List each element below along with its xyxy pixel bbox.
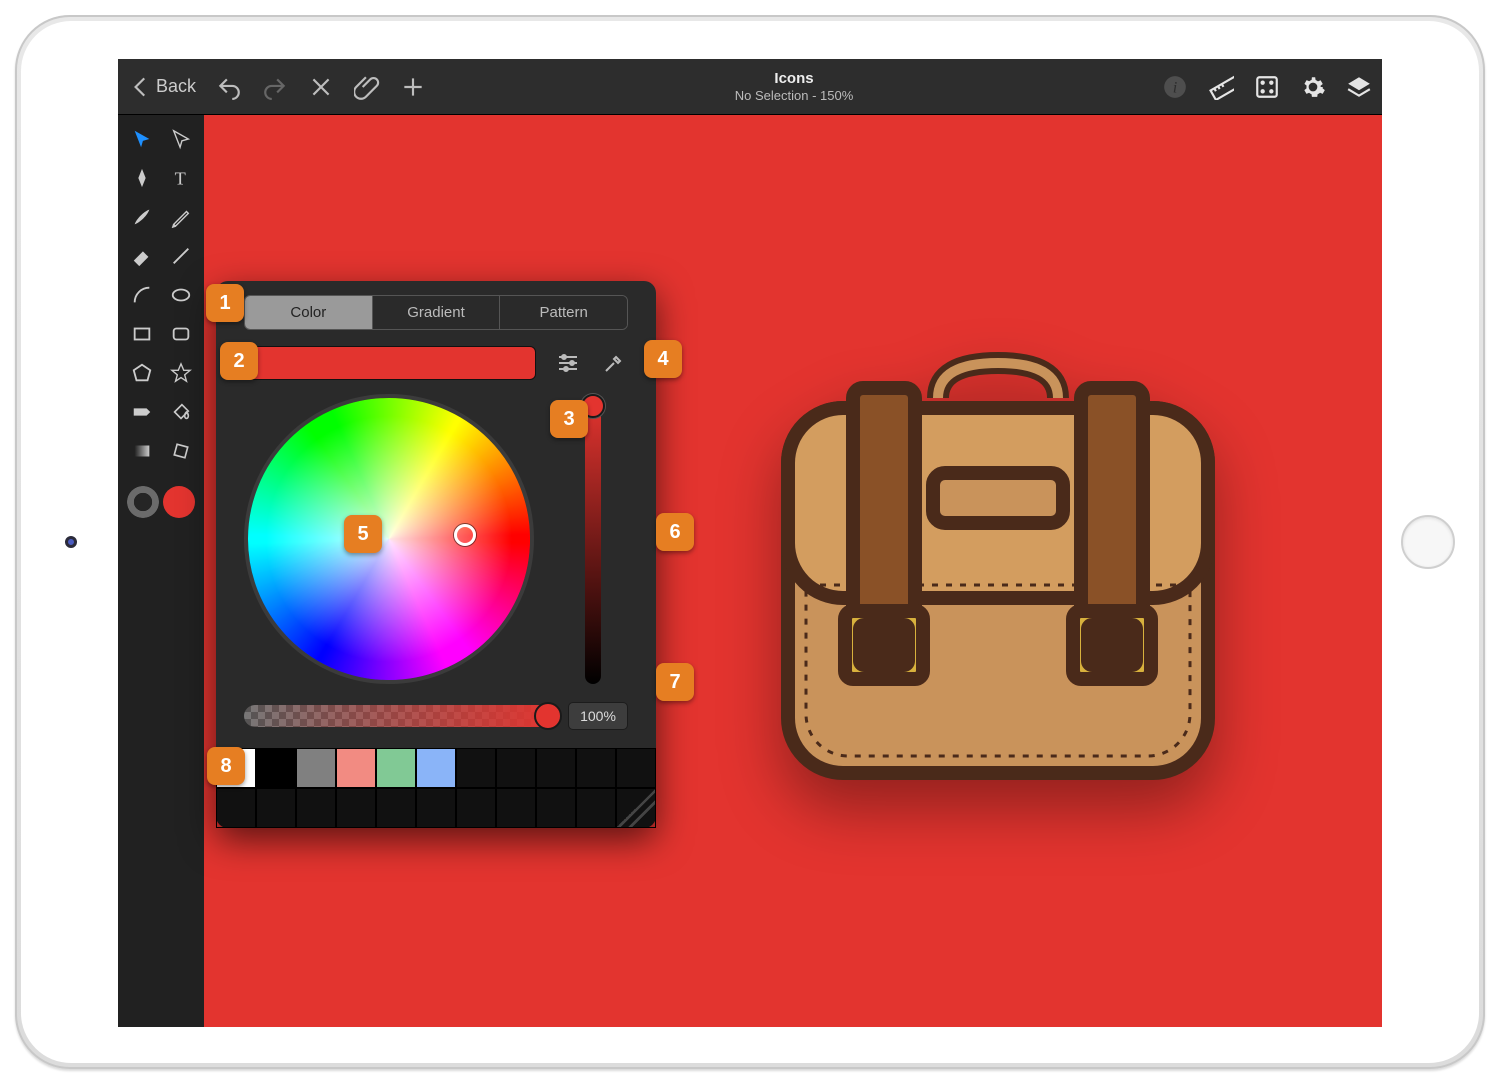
document-subtitle: No Selection - 150%	[426, 88, 1162, 103]
swatch[interactable]	[376, 748, 416, 788]
tool-brush[interactable]	[124, 199, 159, 234]
fill-type-segmented: Color Gradient Pattern	[244, 295, 628, 330]
tab-gradient[interactable]: Gradient	[372, 296, 500, 329]
callout-7: 7	[656, 663, 694, 701]
color-wheel-indicator[interactable]	[454, 524, 476, 546]
swatch[interactable]	[336, 748, 376, 788]
gear-icon[interactable]	[1300, 74, 1326, 100]
undo-icon[interactable]	[216, 74, 242, 100]
tool-polygon[interactable]	[124, 355, 159, 390]
callout-2: 2	[220, 342, 258, 380]
chevron-left-icon	[128, 74, 154, 100]
tool-pen[interactable]	[124, 160, 159, 195]
grid-icon[interactable]	[1254, 74, 1280, 100]
current-color-swatch[interactable]	[244, 346, 536, 380]
eyedropper-icon[interactable]	[600, 349, 628, 377]
callout-5: 5	[344, 515, 382, 553]
tool-direct-select[interactable]	[163, 121, 198, 156]
tool-rect[interactable]	[124, 316, 159, 351]
ruler-icon[interactable]	[1208, 74, 1234, 100]
tool-transform[interactable]	[163, 433, 198, 468]
color-wheel[interactable]	[244, 394, 534, 684]
ipad-home-button[interactable]	[1401, 515, 1455, 569]
callout-1: 1	[206, 284, 244, 322]
fill-swatch[interactable]	[163, 486, 195, 518]
back-label: Back	[156, 76, 196, 97]
close-icon[interactable]	[308, 74, 334, 100]
topbar: Back	[118, 59, 1382, 115]
resize-handle-icon[interactable]	[616, 788, 656, 828]
opacity-knob[interactable]	[534, 702, 562, 730]
svg-text:T: T	[174, 168, 185, 188]
svg-text:i: i	[1173, 78, 1178, 96]
canvas[interactable]: T	[118, 115, 1382, 1027]
tool-arc[interactable]	[124, 277, 159, 312]
sliders-icon[interactable]	[554, 349, 582, 377]
brightness-slider[interactable]	[585, 400, 601, 684]
tool-eraser[interactable]	[124, 238, 159, 273]
layers-icon[interactable]	[1346, 74, 1372, 100]
info-icon[interactable]: i	[1162, 74, 1188, 100]
attachment-icon[interactable]	[354, 74, 380, 100]
back-button[interactable]: Back	[128, 74, 196, 100]
callout-8: 8	[207, 747, 245, 785]
tool-line[interactable]	[163, 238, 198, 273]
opacity-slider[interactable]	[244, 705, 558, 727]
tool-ellipse[interactable]	[163, 277, 198, 312]
tab-pattern[interactable]: Pattern	[499, 296, 627, 329]
briefcase-artwork	[738, 313, 1258, 833]
tool-knife[interactable]	[124, 394, 159, 429]
swatch[interactable]	[256, 748, 296, 788]
add-icon[interactable]	[400, 74, 426, 100]
tool-text[interactable]: T	[163, 160, 198, 195]
document-title: Icons	[426, 70, 1162, 88]
opacity-value[interactable]: 100%	[568, 702, 628, 730]
tool-roundrect[interactable]	[163, 316, 198, 351]
swatch[interactable]	[296, 748, 336, 788]
swatch-palette	[216, 748, 656, 828]
color-panel: Color Gradient Pattern	[216, 281, 656, 828]
tool-bucket[interactable]	[163, 394, 198, 429]
callout-3: 3	[550, 400, 588, 438]
ipad-frame: Back	[15, 15, 1485, 1069]
tool-select[interactable]	[124, 121, 159, 156]
tool-sidebar: T	[118, 115, 204, 1027]
callout-6: 6	[656, 513, 694, 551]
swatch[interactable]	[416, 748, 456, 788]
tab-color[interactable]: Color	[245, 296, 372, 329]
redo-icon[interactable]	[262, 74, 288, 100]
stroke-swatch[interactable]	[127, 486, 159, 518]
tool-pencil[interactable]	[163, 199, 198, 234]
ipad-camera	[65, 536, 77, 548]
callout-4: 4	[644, 340, 682, 378]
app-screen: Back	[118, 59, 1382, 1027]
tool-gradient[interactable]	[124, 433, 159, 468]
tool-star[interactable]	[163, 355, 198, 390]
